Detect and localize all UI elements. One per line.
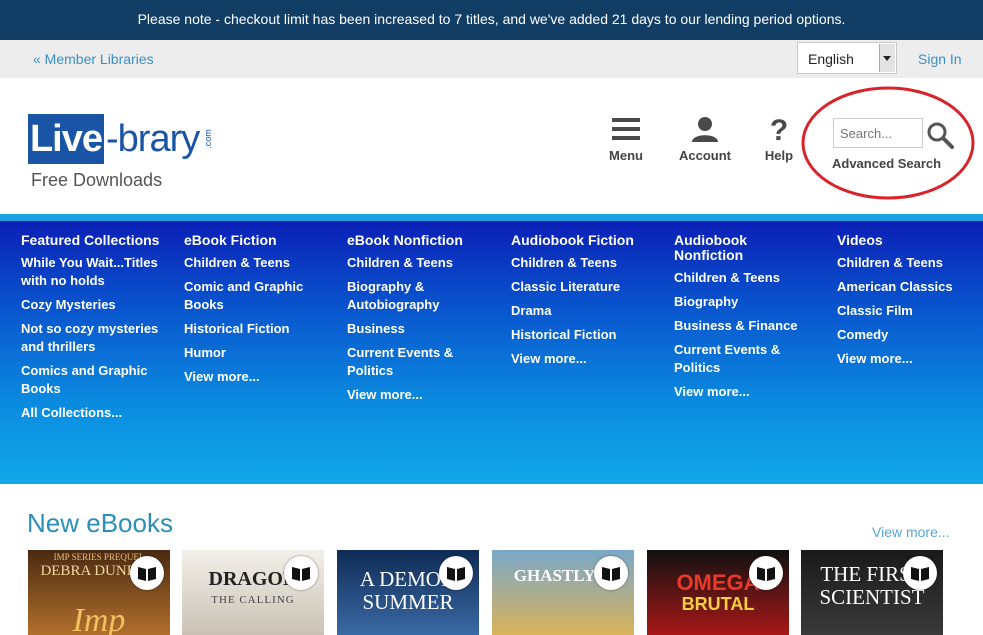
book-cover[interactable]: OMEGA BRUTAL — [647, 550, 789, 635]
logo-text: -brary — [106, 118, 200, 160]
ebook-badge — [130, 556, 164, 590]
nav-link[interactable]: Children & Teens — [674, 269, 824, 287]
nav-top-stripe — [0, 214, 983, 221]
help-button[interactable]: ? Help — [760, 116, 798, 163]
nav-column-videos: Videos Children & Teens American Classic… — [837, 233, 983, 374]
account-label: Account — [679, 148, 731, 163]
site-logo[interactable]: Live -brary .com Free Downloads — [28, 114, 218, 194]
language-value: English — [808, 51, 854, 67]
nav-link[interactable]: Humor — [184, 344, 334, 362]
nav-link[interactable]: American Classics — [837, 278, 983, 296]
book-cover[interactable]: THE FIRST SCIENTIST — [801, 550, 943, 635]
nav-column-title[interactable]: eBook Nonfiction — [347, 233, 497, 248]
nav-link[interactable]: Classic Film — [837, 302, 983, 320]
open-book-icon — [602, 567, 620, 581]
nav-link[interactable]: View more... — [674, 383, 824, 401]
nav-column-audiobook-nonfiction: Audiobook Nonfiction Children & Teens Bi… — [674, 233, 824, 407]
nav-link[interactable]: Cozy Mysteries — [21, 296, 171, 314]
nav-column-audiobook-fiction: Audiobook Fiction Children & Teens Class… — [511, 233, 661, 374]
nav-link[interactable]: Biography & Autobiography — [347, 278, 497, 314]
menu-label: Menu — [609, 148, 643, 163]
nav-link[interactable]: Comic and Graphic Books — [184, 278, 334, 314]
nav-link[interactable]: Children & Teens — [511, 254, 661, 272]
nav-link[interactable]: Historical Fiction — [511, 326, 661, 344]
language-select[interactable]: English — [797, 42, 897, 74]
nav-link[interactable]: Children & Teens — [184, 254, 334, 272]
book-cover[interactable]: IMP SERIES PREQUEL DEBRA DUNBAR Imp — [28, 550, 170, 635]
advanced-search-link[interactable]: Advanced Search — [832, 156, 941, 171]
open-book-icon — [447, 567, 465, 581]
book-subtitle: BRUTAL — [681, 594, 755, 614]
top-bar: « Member Libraries English Sign In — [0, 40, 983, 78]
logo-box: Live — [28, 114, 104, 164]
search-icon[interactable] — [926, 121, 954, 149]
nav-link[interactable]: Children & Teens — [347, 254, 497, 272]
ebook-badge — [903, 556, 937, 590]
logo-com: .com — [202, 129, 213, 149]
book-cover[interactable]: GHASTLY G — [492, 550, 634, 635]
sign-in-link[interactable]: Sign In — [918, 51, 962, 67]
nav-link[interactable]: Not so cozy mysteries and thrillers — [21, 320, 171, 356]
open-book-icon — [911, 567, 929, 581]
nav-link[interactable]: Business & Finance — [674, 317, 824, 335]
nav-column-ebook-nonfiction: eBook Nonfiction Children & Teens Biogra… — [347, 233, 497, 410]
site-header: Live -brary .com Free Downloads Menu Acc… — [0, 78, 983, 214]
view-more-link[interactable]: View more... — [872, 524, 950, 540]
nav-link[interactable]: Biography — [674, 293, 824, 311]
nav-column-featured: Featured Collections While You Wait...Ti… — [21, 233, 171, 428]
nav-link[interactable]: Historical Fiction — [184, 320, 334, 338]
book-subtitle: SUMMER — [362, 590, 454, 614]
nav-link[interactable]: Comics and Graphic Books — [21, 362, 171, 398]
open-book-icon — [757, 567, 775, 581]
book-title: Imp — [72, 602, 126, 635]
category-nav: Featured Collections While You Wait...Ti… — [0, 221, 983, 484]
hamburger-icon — [612, 118, 640, 140]
user-icon — [692, 117, 718, 142]
search-box — [833, 118, 923, 148]
nav-column-title[interactable]: Audiobook Fiction — [511, 233, 661, 248]
nav-link[interactable]: View more... — [184, 368, 334, 386]
nav-column-ebook-fiction: eBook Fiction Children & Teens Comic and… — [184, 233, 334, 392]
nav-column-title[interactable]: Audiobook Nonfiction — [674, 233, 774, 263]
ebook-badge — [594, 556, 628, 590]
member-libraries-link[interactable]: « Member Libraries — [33, 51, 154, 67]
ebook-badge — [439, 556, 473, 590]
section-title: New eBooks — [27, 508, 173, 538]
announcement-banner: Please note - checkout limit has been in… — [0, 0, 983, 40]
nav-column-title[interactable]: eBook Fiction — [184, 233, 334, 248]
nav-link[interactable]: Drama — [511, 302, 661, 320]
nav-link[interactable]: Comedy — [837, 326, 983, 344]
book-subtitle: THE CALLING — [211, 594, 295, 606]
menu-button[interactable]: Menu — [604, 116, 648, 163]
nav-link[interactable]: View more... — [837, 350, 983, 368]
open-book-icon — [138, 567, 156, 581]
nav-column-title[interactable]: Featured Collections — [21, 233, 171, 248]
book-cover[interactable]: DRAGON THE CALLING — [182, 550, 324, 635]
svg-text:?: ? — [770, 116, 788, 142]
open-book-icon — [292, 567, 310, 581]
nav-link[interactable]: Current Events & Politics — [674, 341, 824, 377]
book-cover[interactable]: A DEMON SUMMER — [337, 550, 479, 635]
account-button[interactable]: Account — [677, 116, 733, 163]
logo-subtitle: Free Downloads — [31, 170, 163, 190]
search-input[interactable] — [834, 119, 922, 147]
nav-link[interactable]: Business — [347, 320, 497, 338]
ebook-badge — [749, 556, 783, 590]
nav-link[interactable]: While You Wait...Titles with no holds — [21, 254, 171, 290]
nav-link[interactable]: View more... — [511, 350, 661, 368]
nav-column-title[interactable]: Videos — [837, 233, 983, 248]
nav-link[interactable]: All Collections... — [21, 404, 171, 422]
nav-link[interactable]: Classic Literature — [511, 278, 661, 296]
question-mark-icon: ? — [770, 116, 788, 142]
ebook-badge — [284, 556, 318, 590]
nav-link[interactable]: Current Events & Politics — [347, 344, 497, 380]
nav-link[interactable]: View more... — [347, 386, 497, 404]
chevron-down-icon[interactable] — [879, 44, 895, 72]
nav-link[interactable]: Children & Teens — [837, 254, 983, 272]
help-label: Help — [764, 148, 794, 163]
